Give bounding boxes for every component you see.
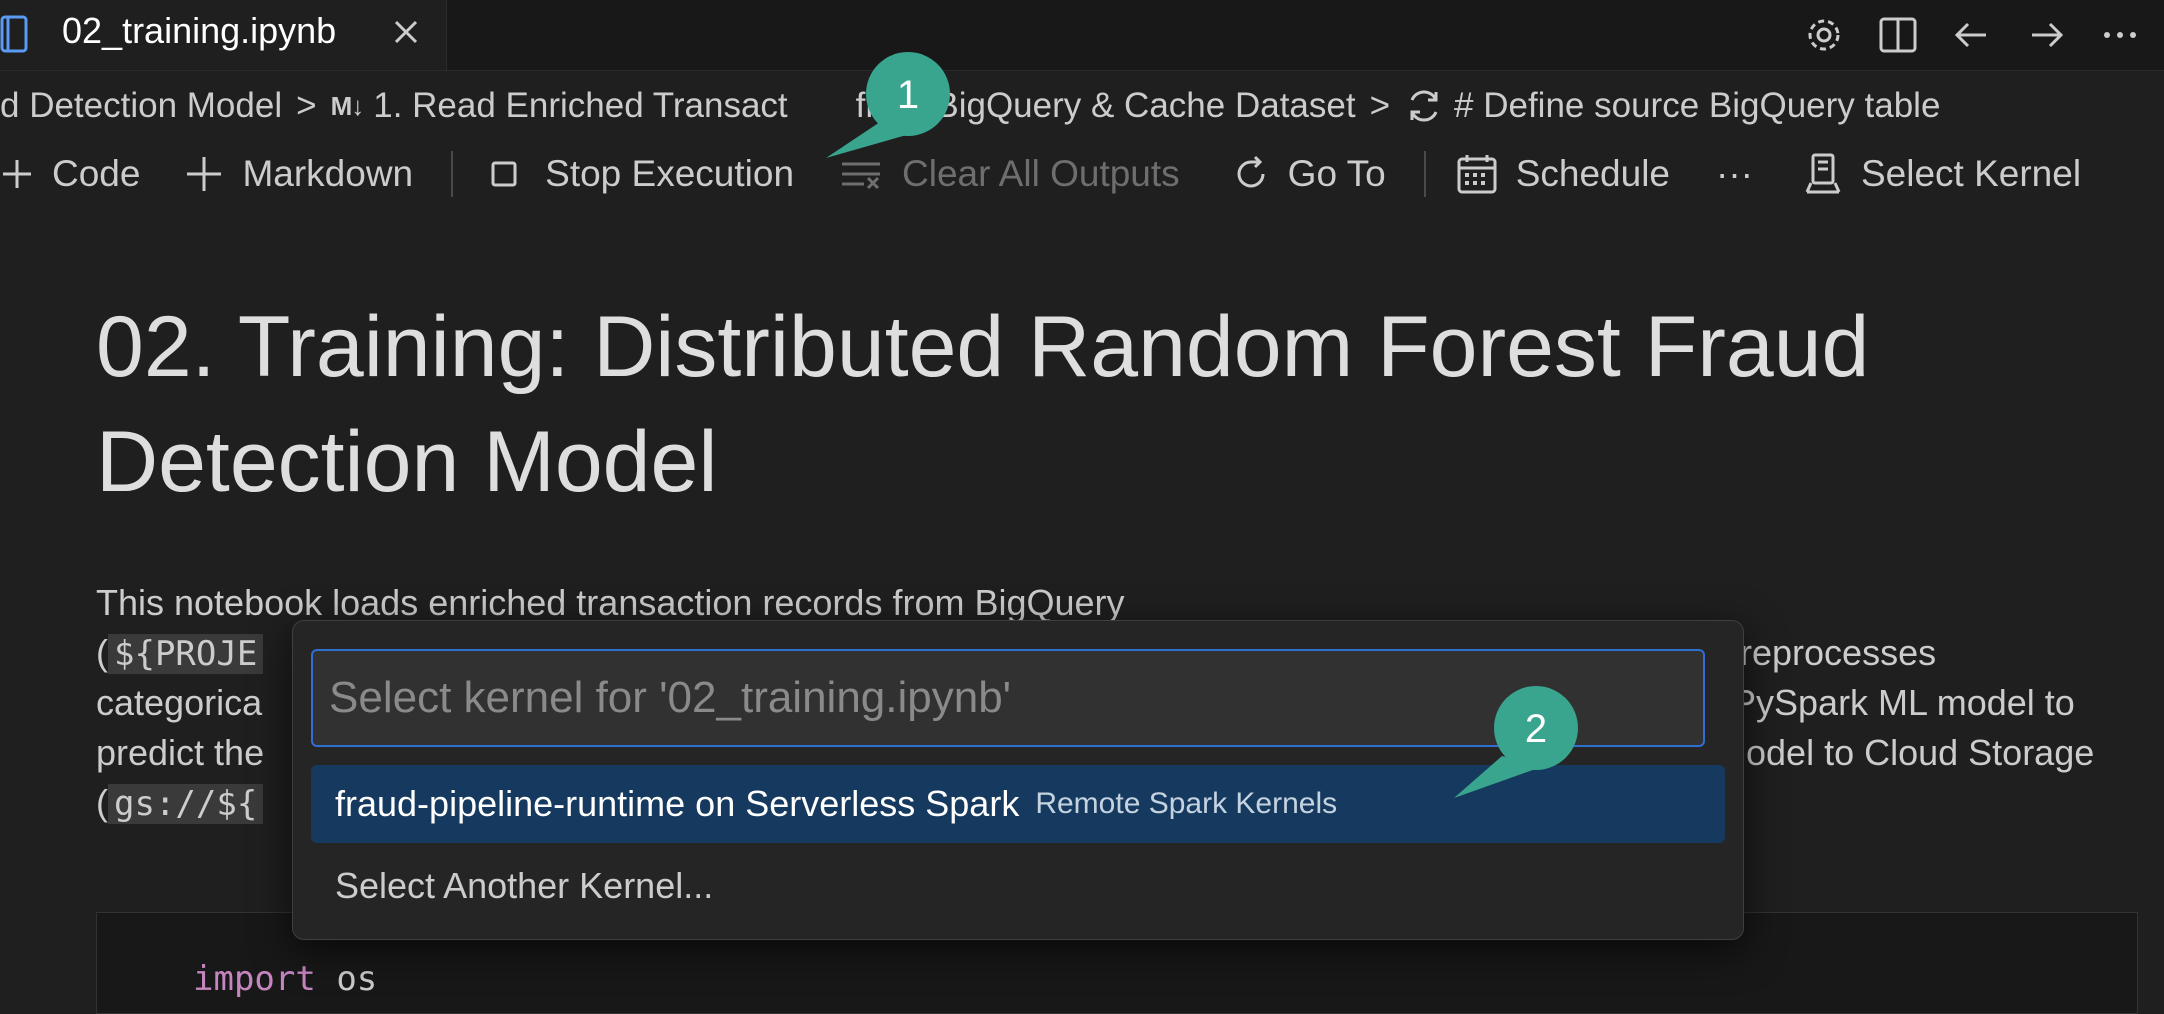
notebook-title: 02. Training: Distributed Random Forest …: [96, 299, 1870, 510]
plus-icon: [184, 154, 224, 194]
breadcrumb-item[interactable]: M↓ 1. Read Enriched Transact: [331, 86, 788, 126]
arrow-left-icon[interactable]: [1946, 9, 1998, 61]
refresh-icon: [1232, 155, 1270, 193]
inline-code: gs://${: [108, 784, 264, 824]
calendar-icon: [1456, 153, 1498, 195]
callout-number: 2: [1525, 707, 1547, 751]
code-line: import os: [193, 959, 378, 999]
add-code-cell-button[interactable]: Code: [0, 153, 140, 195]
add-markdown-cell-button[interactable]: Markdown: [184, 153, 413, 195]
chevron-right-icon: >: [296, 86, 317, 125]
select-another-kernel-option[interactable]: Select Another Kernel...: [311, 847, 1725, 925]
go-to-button[interactable]: Go To: [1232, 153, 1386, 195]
stop-execution-button[interactable]: Stop Execution: [491, 153, 794, 195]
split-editor-icon[interactable]: [1872, 9, 1924, 61]
breadcrumb-item[interactable]: # Define source BigQuery table: [1404, 86, 1940, 126]
select-kernel-button[interactable]: Select Kernel: [1803, 152, 2081, 196]
breadcrumb-item[interactable]: d Detection Model: [0, 86, 282, 126]
markdown-icon: M↓: [330, 90, 365, 121]
breadcrumb: d Detection Model > M↓ 1. Read Enriched …: [0, 70, 2164, 142]
editor-tab[interactable]: 02_training.ipynb: [0, 0, 447, 70]
tab-title: 02_training.ipynb: [62, 10, 337, 51]
callout-2: 2: [1440, 686, 1590, 802]
code-cell-icon: [1404, 86, 1444, 126]
inline-code: ${PROJE: [108, 634, 264, 674]
chevron-right-icon: >: [1369, 86, 1391, 125]
plus-icon: [0, 157, 34, 191]
arrow-right-icon[interactable]: [2020, 9, 2072, 61]
callout-number: 1: [897, 73, 919, 117]
stop-icon: [491, 161, 517, 187]
tab-bar: 02_training.ipynb: [0, 0, 2164, 71]
more-actions-icon[interactable]: [2094, 9, 2146, 61]
schedule-button[interactable]: Schedule: [1456, 153, 1670, 195]
more-toolbar-button[interactable]: ···: [1716, 153, 1753, 195]
callout-1: 1: [820, 52, 960, 162]
close-icon[interactable]: [390, 16, 422, 48]
gear-icon[interactable]: [1798, 9, 1850, 61]
toolbar-divider: [1423, 151, 1426, 197]
notebook-icon: [0, 14, 30, 54]
notebook-toolbar: Code Markdown Stop Execution Clear All O…: [0, 142, 2164, 206]
kernel-icon: [1803, 152, 1843, 196]
toolbar-divider: [451, 151, 454, 197]
